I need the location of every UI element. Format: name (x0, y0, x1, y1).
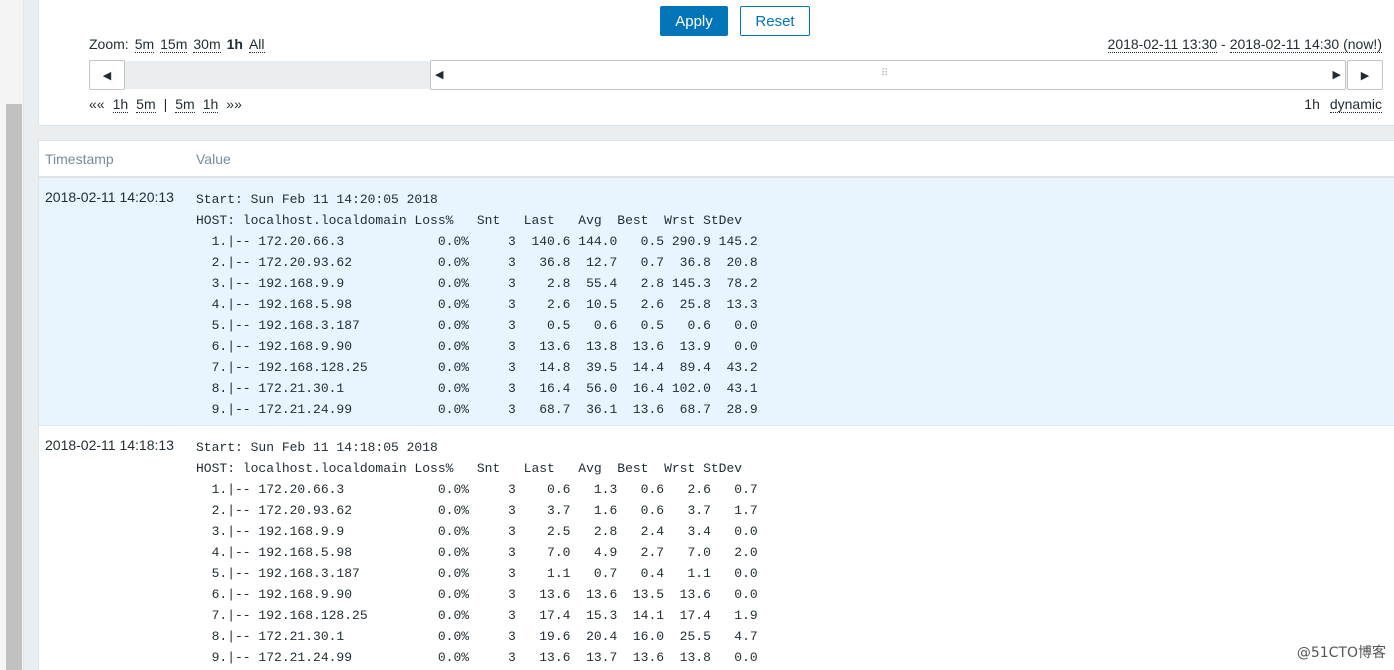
timeline-forward-button[interactable]: ▶ (1347, 60, 1383, 90)
row-value: Start: Sun Feb 11 14:18:05 2018 HOST: lo… (196, 440, 758, 665)
range-separator: - (1221, 36, 1226, 52)
time-range: 2018-02-11 13:30 - 2018-02-11 14:30 (now… (1107, 35, 1382, 53)
nav-divider: | (163, 96, 168, 112)
drag-handle-icon[interactable]: ⠿ (881, 68, 888, 79)
zoom-all[interactable]: All (248, 36, 265, 53)
period-value: 1h (1304, 96, 1320, 112)
history-table: Timestamp Value 2018-02-11 14:20:13 Star… (38, 140, 1394, 670)
scrollbar-thumb[interactable] (6, 104, 22, 670)
caret-left-icon[interactable]: ◀ (435, 68, 443, 81)
column-header-timestamp: Timestamp (45, 151, 114, 167)
nav-back-1h[interactable]: 1h (112, 96, 129, 113)
timeline-back-button[interactable]: ◀ (89, 60, 125, 90)
table-header: Timestamp Value (39, 141, 1394, 178)
nav-forward-5m[interactable]: 5m (175, 96, 195, 113)
reset-button[interactable]: Reset (740, 6, 810, 36)
table-row: 2018-02-11 14:20:13 Start: Sun Feb 11 14… (39, 178, 1394, 426)
zoom-5m[interactable]: 5m (134, 36, 155, 53)
dynamic-toggle[interactable]: dynamic (1329, 96, 1382, 113)
nav-far-back[interactable]: «« (89, 96, 105, 112)
period-navigation: «« 1h 5m | 5m 1h »» (89, 95, 242, 113)
zoom-15m[interactable]: 15m (160, 36, 188, 53)
nav-forward-1h[interactable]: 1h (202, 96, 219, 113)
zoom-30m[interactable]: 30m (193, 36, 221, 53)
row-timestamp: 2018-02-11 14:20:13 (45, 189, 174, 205)
column-header-value: Value (196, 151, 231, 167)
range-to-link[interactable]: 2018-02-11 14:30 (now!) (1229, 36, 1382, 53)
left-scrollbar-track[interactable] (0, 0, 24, 670)
nav-back-5m[interactable]: 5m (136, 96, 156, 113)
zoom-selector: Zoom: 5m 15m 30m 1h All (89, 35, 265, 53)
caret-left-icon: ◀ (102, 68, 112, 82)
timeline-selection[interactable]: ◀ ⠿ ▶ (430, 60, 1346, 90)
caret-right-icon[interactable]: ▶ (1333, 68, 1341, 81)
watermark: @51CTO博客 (1296, 645, 1386, 661)
filter-panel: Apply Reset Zoom: 5m 15m 30m 1h All 2018… (38, 0, 1394, 126)
nav-far-forward[interactable]: »» (226, 96, 242, 112)
period-mode: 1h dynamic (1304, 95, 1382, 113)
row-timestamp: 2018-02-11 14:18:13 (45, 437, 174, 453)
table-row: 2018-02-11 14:18:13 Start: Sun Feb 11 14… (39, 426, 1394, 670)
timeline-scrollbar: ◀ ◀ ⠿ ▶ ▶ (89, 60, 1383, 90)
range-from-link[interactable]: 2018-02-11 13:30 (1107, 36, 1218, 53)
caret-right-icon: ▶ (1360, 68, 1370, 82)
zoom-1h[interactable]: 1h (227, 36, 243, 52)
row-value: Start: Sun Feb 11 14:20:05 2018 HOST: lo… (196, 192, 758, 417)
apply-button[interactable]: Apply (660, 6, 728, 36)
zoom-label: Zoom: (89, 36, 129, 52)
